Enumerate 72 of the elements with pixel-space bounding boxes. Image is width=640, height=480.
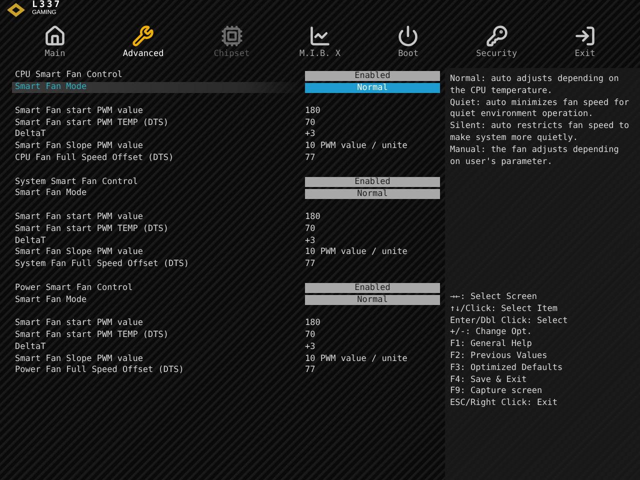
key-hint: F4: Save & Exit (450, 374, 528, 386)
setting-value: 10 PWM value / unite (305, 141, 408, 152)
setting-value: 10 PWM value / unite (305, 247, 408, 258)
setting-value: +3 (305, 236, 316, 247)
option-value[interactable]: Normal (305, 188, 440, 199)
setting-value: 180 (305, 318, 320, 330)
setting-label[interactable]: Smart Fan start PWM value (12, 318, 302, 330)
key-hint: +/-: Change Opt. (450, 327, 533, 340)
help-text: quiet environment operation. (450, 109, 594, 122)
help-text: Quiet: auto minimizes fan speed for (450, 98, 630, 110)
key-hint: F9: Capture screen (450, 386, 544, 398)
setting-label[interactable]: System Smart Fan Control (12, 176, 302, 188)
setting-value: 70 (305, 224, 316, 235)
option-value[interactable]: Enabled (305, 283, 440, 294)
setting-label[interactable]: DeltaT (12, 342, 302, 353)
key-hint: F2: Previous Values (450, 351, 548, 363)
key-icon (486, 25, 508, 47)
key-hint: F3: Optimized Defaults (450, 362, 564, 375)
chart-icon (308, 25, 331, 47)
setting-label[interactable]: Smart Fan start PWM TEMP (DTS) (12, 224, 302, 235)
help-text: Manual: the fan adjusts depending (450, 144, 620, 157)
setting-label[interactable]: Smart Fan Slope PWM value (12, 247, 302, 258)
nav-tab[interactable]: Exit (544, 20, 625, 64)
setting-label[interactable]: Smart Fan Mode (12, 188, 302, 200)
setting-label[interactable]: Smart Fan start PWM value (12, 212, 302, 223)
wrench-icon (132, 25, 154, 47)
setting-value: 70 (305, 118, 316, 129)
chip-icon (220, 25, 243, 47)
setting-value: +3 (305, 342, 316, 353)
key-hint: →←: Select Screen (450, 292, 538, 304)
nav-tab[interactable]: Main (15, 20, 95, 64)
nav-tab[interactable]: M.I.B. X (280, 20, 360, 64)
power-icon (397, 25, 420, 47)
setting-label[interactable]: Power Fan Full Speed Offset (DTS) (12, 365, 302, 376)
setting-value: 10 PWM value / unite (305, 354, 408, 365)
setting-label[interactable]: Smart Fan Mode (12, 294, 302, 306)
setting-value: 180 (305, 212, 320, 223)
setting-label[interactable]: Smart Fan Slope PWM value (12, 141, 302, 152)
key-hint: ↑↓/Click: Select Item (450, 304, 558, 316)
setting-value: 70 (305, 330, 316, 341)
setting-label[interactable]: Smart Fan start PWM TEMP (DTS) (12, 330, 302, 341)
setting-label[interactable]: CPU Fan Full Speed Offset (DTS) (12, 152, 302, 164)
nav-tab[interactable]: Advanced (103, 20, 184, 64)
setting-label[interactable]: System Fan Full Speed Offset (DTS) (12, 259, 302, 270)
help-text: make system more quietly. (450, 132, 579, 145)
setting-label[interactable]: Power Smart Fan Control (12, 282, 302, 294)
setting-value: 77 (305, 259, 316, 270)
option-value[interactable]: Enabled (305, 177, 440, 188)
key-hint: F1: General Help (450, 339, 533, 352)
setting-label[interactable]: CPU Smart Fan Control (12, 70, 302, 82)
option-value[interactable]: Enabled (305, 70, 440, 81)
key-hint: ESC/Right Click: Exit (450, 398, 558, 410)
nav-tab[interactable]: Security (456, 20, 537, 64)
setting-value: 77 (305, 365, 316, 376)
setting-value: +3 (305, 129, 316, 140)
nav-tab[interactable]: Boot (368, 20, 448, 64)
help-text: on user's parameter. (450, 156, 554, 168)
setting-value: 77 (305, 152, 316, 164)
setting-label[interactable]: DeltaT (12, 129, 302, 140)
house-icon (44, 25, 66, 47)
option-value[interactable]: Normal (305, 295, 440, 306)
logo-title: L337 (32, 1, 62, 10)
setting-label[interactable]: Smart Fan start PWM TEMP (DTS) (12, 118, 302, 129)
help-text: Normal: auto adjusts depending on (450, 74, 620, 86)
setting-label[interactable]: Smart Fan Slope PWM value (12, 354, 302, 365)
setting-label[interactable]: DeltaT (12, 236, 302, 247)
door-icon (574, 25, 596, 47)
help-text: the CPU temperature. (450, 86, 554, 98)
help-text: Silent: auto restricts fan speed to (450, 121, 630, 133)
key-hint: Enter/Dbl Click: Select (450, 316, 569, 328)
setting-label[interactable]: Smart Fan start PWM value (12, 106, 302, 117)
setting-value: 180 (305, 106, 320, 117)
